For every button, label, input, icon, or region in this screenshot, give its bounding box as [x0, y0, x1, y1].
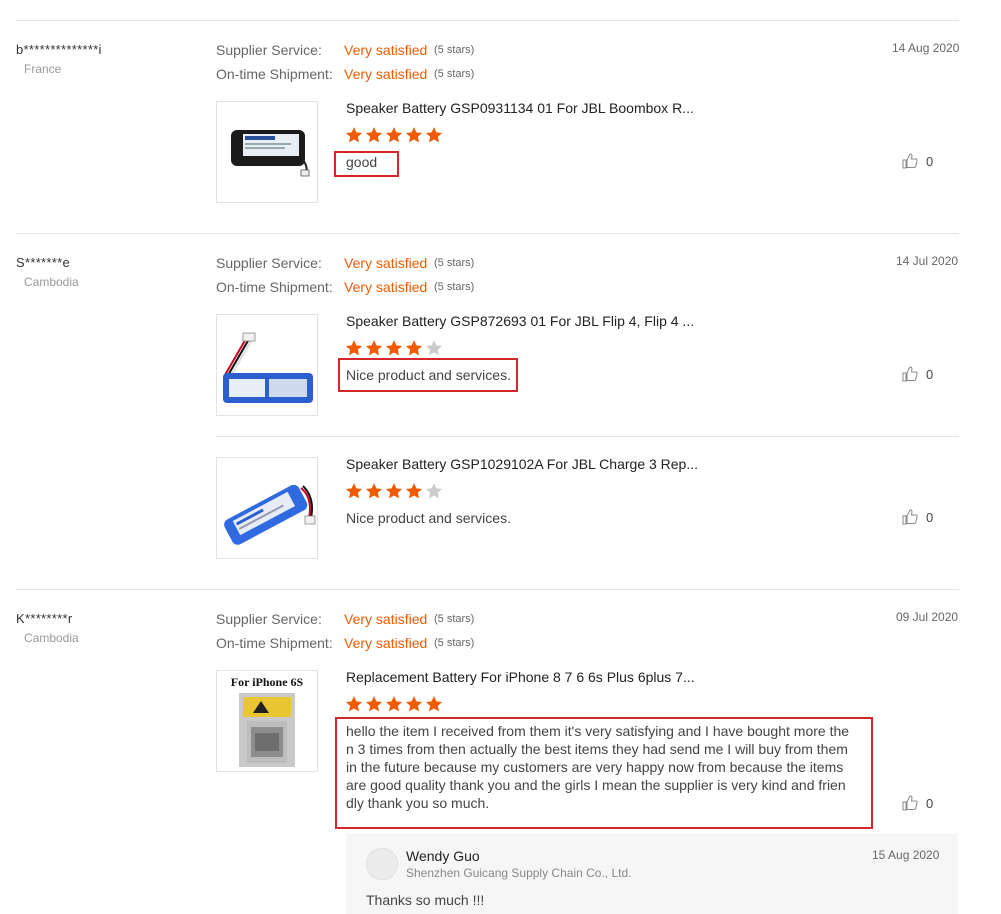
reply-text: Thanks so much !!! — [366, 892, 485, 908]
helpful-button[interactable]: 0 — [902, 153, 933, 169]
helpful-button[interactable]: 0 — [902, 795, 933, 811]
star-filled-icon — [385, 696, 403, 712]
product-title[interactable]: Speaker Battery GSP1029102A For JBL Char… — [346, 456, 698, 472]
shipment-label: On-time Shipment: — [216, 66, 333, 82]
rating-stars — [345, 126, 443, 144]
star-filled-icon — [365, 483, 383, 499]
buyer-name: b**************i — [16, 42, 102, 57]
supplier-service-rating: Very satisfied — [344, 42, 428, 58]
supplier-service-label: Supplier Service: — [216, 42, 322, 58]
shipment-rating: Very satisfied — [344, 279, 428, 295]
rating-stars — [345, 339, 443, 357]
product-image[interactable]: For iPhone 6S — [216, 670, 318, 772]
shipment-stars: (5 stars) — [434, 68, 475, 80]
supplier-service-stars: (5 stars) — [434, 44, 475, 56]
thumbs-up-icon — [902, 795, 918, 811]
supplier-service-label: Supplier Service: — [216, 611, 322, 627]
helpful-button[interactable]: 0 — [902, 366, 933, 382]
reply-company: Shenzhen Guicang Supply Chain Co., Ltd. — [406, 866, 632, 880]
helpful-button[interactable]: 0 — [902, 509, 933, 525]
review-comment: Nice product and services. — [346, 510, 511, 526]
supplier-service-rating: Very satisfied — [344, 611, 428, 627]
supplier-service-label: Supplier Service: — [216, 255, 322, 271]
reply-author: Wendy Guo — [406, 848, 480, 864]
product-image[interactable] — [216, 314, 318, 416]
reply-date: 15 Aug 2020 — [872, 848, 940, 862]
star-filled-icon — [365, 340, 383, 356]
helpful-count: 0 — [926, 509, 934, 525]
star-filled-icon — [365, 696, 383, 712]
star-filled-icon — [405, 483, 423, 499]
product-image[interactable] — [216, 101, 318, 203]
supplier-service-rating: Very satisfied — [344, 255, 428, 271]
shipment-rating: Very satisfied — [344, 66, 428, 82]
star-empty-icon — [425, 483, 443, 499]
highlight-box — [334, 151, 399, 177]
divider — [16, 20, 959, 21]
divider — [16, 233, 959, 234]
thumbs-up-icon — [902, 509, 918, 525]
star-filled-icon — [425, 696, 443, 712]
divider — [16, 589, 959, 590]
thumbs-up-icon — [902, 153, 918, 169]
star-filled-icon — [345, 340, 363, 356]
star-filled-icon — [385, 483, 403, 499]
shipment-stars: (5 stars) — [434, 281, 475, 293]
rating-stars — [345, 482, 443, 500]
buyer-country: Cambodia — [24, 631, 79, 645]
helpful-count: 0 — [926, 153, 934, 169]
shipment-label: On-time Shipment: — [216, 635, 333, 651]
star-filled-icon — [385, 340, 403, 356]
star-filled-icon — [405, 340, 423, 356]
highlight-box — [338, 358, 518, 392]
product-title[interactable]: Speaker Battery GSP0931134 01 For JBL Bo… — [346, 100, 694, 116]
thumbs-up-icon — [902, 366, 918, 382]
shipment-stars: (5 stars) — [434, 637, 475, 649]
star-empty-icon — [425, 340, 443, 356]
star-filled-icon — [425, 127, 443, 143]
review-date: 09 Jul 2020 — [896, 610, 959, 624]
avatar — [366, 848, 398, 880]
star-filled-icon — [405, 696, 423, 712]
rating-stars — [345, 695, 443, 713]
helpful-count: 0 — [926, 366, 934, 382]
star-filled-icon — [365, 127, 383, 143]
helpful-count: 0 — [926, 795, 934, 811]
supplier-service-stars: (5 stars) — [434, 613, 475, 625]
buyer-country: Cambodia — [24, 275, 79, 289]
product-image[interactable] — [216, 457, 318, 559]
shipment-label: On-time Shipment: — [216, 279, 333, 295]
seller-reply: Wendy Guo Shenzhen Guicang Supply Chain … — [346, 834, 958, 914]
product-title[interactable]: Replacement Battery For iPhone 8 7 6 6s … — [346, 669, 695, 685]
review-date: 14 Jul 2020 — [896, 254, 959, 268]
star-filled-icon — [345, 127, 363, 143]
shipment-rating: Very satisfied — [344, 635, 428, 651]
star-filled-icon — [385, 127, 403, 143]
product-title[interactable]: Speaker Battery GSP872693 01 For JBL Fli… — [346, 313, 694, 329]
highlight-box — [335, 717, 873, 829]
divider — [216, 436, 959, 437]
supplier-service-stars: (5 stars) — [434, 257, 475, 269]
buyer-name: S*******e — [16, 255, 71, 270]
buyer-country: France — [24, 62, 62, 76]
star-filled-icon — [405, 127, 423, 143]
review-date: 14 Aug 2020 — [892, 41, 960, 55]
buyer-name: K********r — [16, 611, 73, 626]
star-filled-icon — [345, 483, 363, 499]
star-filled-icon — [345, 696, 363, 712]
